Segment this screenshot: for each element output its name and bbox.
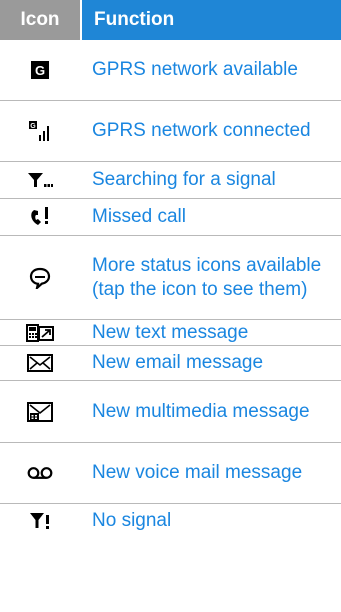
table-row: New multimedia message bbox=[0, 381, 341, 443]
row-text: GPRS network connected bbox=[92, 120, 311, 141]
row-text: New voice mail message bbox=[92, 462, 303, 483]
email-message-icon bbox=[0, 346, 80, 380]
gprs-available-icon: G bbox=[0, 40, 80, 100]
multimedia-message-icon bbox=[0, 381, 80, 442]
no-signal-icon bbox=[0, 504, 80, 538]
table-row: G GPRS network connected bbox=[0, 101, 341, 162]
function-column-header: Function bbox=[82, 0, 341, 40]
row-text: Missed call bbox=[92, 206, 186, 227]
svg-text:G: G bbox=[35, 63, 45, 78]
text-message-icon bbox=[0, 320, 80, 345]
row-text: No signal bbox=[92, 510, 172, 531]
table-row: New text message bbox=[0, 320, 341, 346]
table-row: No signal bbox=[0, 504, 341, 538]
row-text: More status icons available (tap the ico… bbox=[92, 254, 322, 300]
missed-call-icon bbox=[0, 199, 80, 235]
signal-searching-icon bbox=[0, 162, 80, 198]
status-icons-table: Icon Function G GPRS network available G… bbox=[0, 0, 341, 538]
more-status-icon bbox=[0, 236, 80, 319]
table-row: G GPRS network available bbox=[0, 40, 341, 101]
svg-text:G: G bbox=[30, 123, 36, 130]
voicemail-icon bbox=[0, 443, 80, 503]
icon-column-header: Icon bbox=[0, 0, 80, 40]
table-row: More status icons available (tap the ico… bbox=[0, 236, 341, 320]
table-row: New email message bbox=[0, 346, 341, 381]
row-text: New multimedia message bbox=[92, 400, 310, 422]
table-row: Searching for a signal bbox=[0, 162, 341, 199]
row-text: Searching for a signal bbox=[92, 169, 276, 190]
table-row: New voice mail message bbox=[0, 443, 341, 504]
gprs-connected-icon: G bbox=[0, 101, 80, 161]
row-text: New email message bbox=[92, 352, 264, 373]
table-row: Missed call bbox=[0, 199, 341, 236]
table-header: Icon Function bbox=[0, 0, 341, 40]
row-text: New text message bbox=[92, 321, 249, 343]
row-text: GPRS network available bbox=[92, 59, 298, 80]
